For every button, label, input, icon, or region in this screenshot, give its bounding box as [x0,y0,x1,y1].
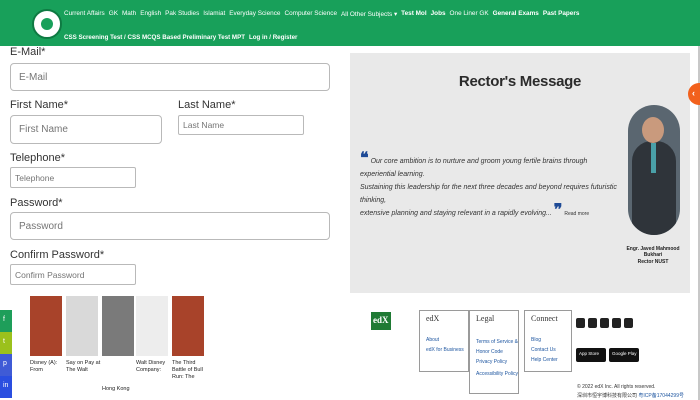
facebook-icon[interactable] [576,318,585,328]
confirm-password-field[interactable] [10,264,136,285]
twitter-icon[interactable] [588,318,597,328]
copyright-text: © 2022 edX Inc. All rights reserved. [577,384,656,390]
email-label: E-Mail* [10,46,46,58]
site-logo-icon[interactable] [32,9,62,39]
panel-title: Rector's Message [458,73,582,90]
nav-computer-science[interactable]: Computer Science [284,10,337,18]
rector-name: Engr. Javed Mahmood Bukhari [626,246,680,258]
thumbnail-caption: The Third Battle of Bull Run: The [172,360,203,380]
app-store-button[interactable]: App Store [576,348,606,362]
footer-link-about[interactable]: About [426,337,439,343]
quote-line: Our core ambition is to nurture and groo… [360,158,588,178]
thumbnail-walt-disney[interactable] [136,296,168,356]
nav-one-liner-gk[interactable]: One Liner GK [450,10,489,18]
thumbnail-caption: Hong Kong [102,386,130,392]
password-label: Password* [10,197,63,209]
icp-link[interactable]: 粤ICP备17044299号 [638,393,684,399]
nav-test-mol[interactable]: Test Mol [401,10,426,18]
confirm-password-label: Confirm Password* [10,249,105,261]
read-more-link[interactable]: Read more [564,211,589,217]
footer-col-edx: edX About edX for Business [419,310,469,372]
nav-pak-studies[interactable]: Pak Studies [165,10,199,18]
thumbnail-say-on-pay[interactable] [66,296,98,356]
nav-gk[interactable]: GK [109,10,118,18]
rector-message-panel: Rector's Message ❝ Our core ambition is … [350,53,700,293]
footer-link-terms[interactable]: Terms of Service & Honor Code [476,337,518,357]
nav-jobs[interactable]: Jobs [431,10,446,18]
nav-everyday-science[interactable]: Everyday Science [229,10,280,18]
rector-role: Rector NUST [637,259,669,265]
icp-text: 深圳市恒宇博科技有限公司 粤ICP备17044299号 [577,393,684,399]
nav-math[interactable]: Math [122,10,136,18]
nav-css-screening-test[interactable]: CSS Screening Test / CSS MCQS Based Prel… [64,34,245,41]
case-study-thumbnails: Disney (A): From Say on Pay at The Walt … [28,296,208,396]
edx-logo[interactable]: edX [371,312,391,330]
password-field[interactable] [10,212,330,240]
nav-login-register[interactable]: Log in / Register [249,34,297,41]
chevron-left-icon: ‹ [692,88,695,98]
instagram-icon[interactable] [612,318,621,328]
last-name-label: Last Name* [178,99,236,111]
footer-link-edx-business[interactable]: edX for Business [426,347,464,353]
telephone-field[interactable] [10,167,136,188]
thumbnail-disney[interactable] [30,296,62,356]
close-quote-icon: ❞ [553,202,563,219]
edx-footer: edX edX About edX for Business Legal Ter… [347,296,697,400]
linkedin-icon[interactable] [600,318,609,328]
open-quote-icon: ❝ [360,150,369,167]
quote-line: extensive planning and staying relevant … [360,210,552,217]
thumbnail-bull-run[interactable] [172,296,204,356]
last-name-field[interactable] [178,115,304,135]
site-header: Current Affairs GK Math English Pak Stud… [0,0,700,46]
rector-portrait-image [628,105,680,235]
share-tabs: f t p in [0,310,12,400]
footer-link-accessibility[interactable]: Accessibility Policy [476,371,518,377]
nav-all-other-subjects[interactable]: All Other Subjects ▾ [341,10,397,18]
share-facebook-icon[interactable]: f [0,310,12,332]
nav-general-exams[interactable]: General Exams [493,10,539,18]
footer-col-title: Connect [531,314,558,323]
first-name-field[interactable] [10,115,162,144]
nav-english[interactable]: English [140,10,161,18]
secondary-nav: CSS Screening Test / CSS MCQS Based Prel… [64,34,297,41]
email-field[interactable] [10,63,330,91]
telephone-label: Telephone* [10,152,66,164]
thumbnail-caption: Walt Disney Company: [136,360,166,373]
share-linkedin-icon[interactable]: in [0,376,12,398]
footer-col-title: edX [426,314,440,323]
thumbnail-caption: Say on Pay at The Walt [66,360,101,373]
thumbnail-hong-kong[interactable] [102,296,134,356]
nav-past-papers[interactable]: Past Papers [543,10,580,18]
share-pinterest-icon[interactable]: p [0,354,12,376]
thumbnail-caption: Disney (A): From [30,360,58,373]
footer-link-contact[interactable]: Contact Us [531,347,556,353]
nav-islamiat[interactable]: Islamiat [203,10,225,18]
panel-toggle-button[interactable]: ‹ [688,83,700,105]
reddit-icon[interactable] [624,318,633,328]
footer-col-connect: Connect Blog Contact Us Help Center [524,310,572,372]
footer-link-help[interactable]: Help Center [531,357,558,363]
footer-col-legal: Legal Terms of Service & Honor Code Priv… [469,310,519,394]
share-twitter-icon[interactable]: t [0,332,12,354]
rector-quote: ❝ Our core ambition is to nurture and gr… [360,151,620,221]
footer-link-privacy[interactable]: Privacy Policy [476,359,507,365]
quote-line: Sustaining this leadership for the next … [360,184,617,204]
google-play-button[interactable]: Google Play [609,348,639,362]
footer-col-title: Legal [476,314,495,323]
footer-link-blog[interactable]: Blog [531,337,541,343]
first-name-label: First Name* [10,99,69,111]
primary-nav: Current Affairs GK Math English Pak Stud… [64,10,579,18]
nav-current-affairs[interactable]: Current Affairs [64,10,105,18]
